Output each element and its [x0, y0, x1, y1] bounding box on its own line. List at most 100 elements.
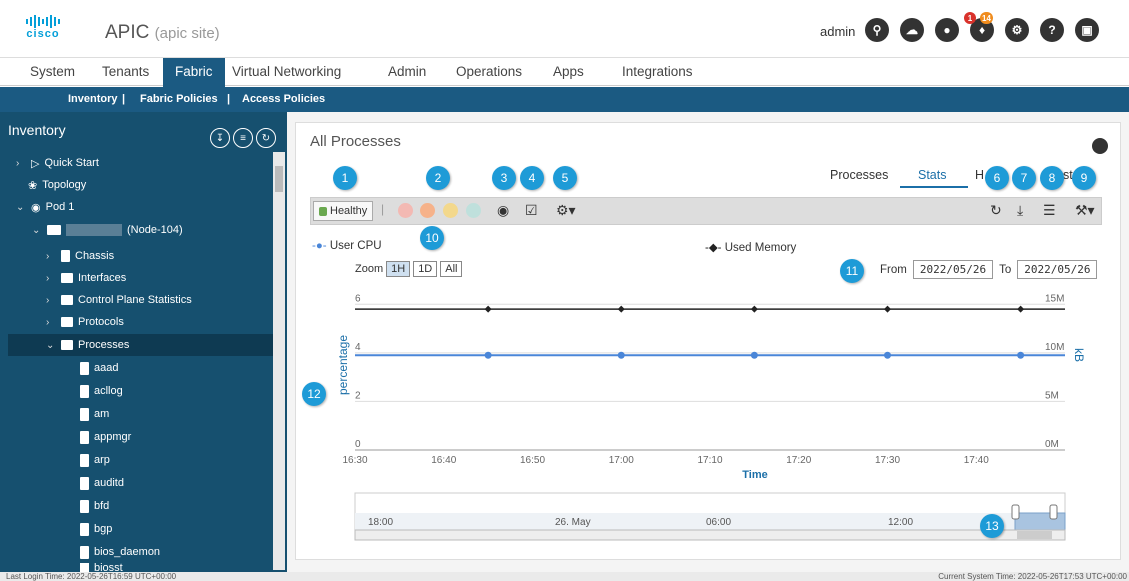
legend-used-memory[interactable]: -◆- Used Memory [705, 240, 796, 254]
tree-item-process[interactable]: bgp [80, 518, 112, 540]
y-tick-label: 0 [355, 439, 361, 450]
file-icon [80, 522, 89, 536]
tree-item-quick-start[interactable]: › ▷ Quick Start [16, 152, 99, 174]
redacted-node-name [66, 224, 122, 236]
zoom-1h-button[interactable]: 1H [386, 261, 411, 277]
gear-dropdown-icon[interactable]: ⚙▾ [556, 202, 576, 219]
tree-item-topology[interactable]: ❀ Topology [28, 174, 86, 196]
tab-processes[interactable]: Processes [830, 168, 888, 182]
refresh-icon[interactable]: ↻ [990, 202, 1002, 219]
alerts-bell-icon[interactable]: ♦ 1 14 [964, 12, 994, 42]
tree-item-chassis[interactable]: › Chassis [46, 245, 114, 267]
tree-label: appmgr [94, 431, 132, 443]
file-icon [80, 499, 89, 513]
filter-icon[interactable]: ≡ [233, 128, 253, 148]
menu-icon[interactable]: ☰ [1043, 202, 1056, 219]
x-tick-label: 16:40 [431, 455, 456, 466]
tree-item-process[interactable]: acllog [80, 380, 123, 402]
tree-item-control-plane-statistics[interactable]: › Control Plane Statistics [46, 289, 192, 311]
tree-item-node[interactable]: ⌄ (Node-104) [32, 219, 183, 241]
help-icon[interactable]: ? [1040, 18, 1064, 42]
footer: Last Login Time: 2022-05-26T16:59 UTC+00… [0, 572, 1129, 581]
callout-5: 5 [553, 166, 577, 190]
collapse-icon[interactable]: ↧ [210, 128, 230, 148]
tree-item-protocols[interactable]: › Protocols [46, 311, 124, 333]
tab-system[interactable]: System [30, 64, 75, 79]
tree-item-process[interactable]: auditd [80, 472, 124, 494]
x-tick-label: 17:40 [964, 455, 989, 466]
navigator-tick-label: 06:00 [706, 517, 731, 528]
cpu-point [1017, 351, 1025, 359]
checkbox-icon[interactable]: ☑ [525, 202, 538, 219]
cpu-point [484, 351, 492, 359]
navigator-handle-right [1049, 504, 1058, 520]
search-icon[interactable]: ⚲ [865, 18, 889, 42]
legend-user-cpu[interactable]: -●- User CPU [312, 240, 382, 252]
subnav-access-policies[interactable]: Access Policies [242, 93, 325, 105]
y-tick-label: 4 [355, 342, 361, 353]
bookmark-icon[interactable] [1092, 138, 1108, 154]
cisco-logo[interactable]: cisco [18, 14, 68, 46]
tree-item-process[interactable]: am [80, 403, 109, 425]
health-status-button[interactable]: Healthy [313, 201, 373, 221]
tab-stats[interactable]: Stats [918, 168, 947, 182]
tab-integrations[interactable]: Integrations [622, 64, 693, 79]
zoom-1d-button[interactable]: 1D [413, 261, 438, 277]
callout-4: 4 [520, 166, 544, 190]
memory-point [884, 305, 891, 313]
cloud-icon[interactable]: ☁ [900, 18, 924, 42]
memory-point [617, 305, 625, 313]
tab-health[interactable]: H [975, 168, 984, 182]
sub-nav: Inventory | Fabric Policies | Access Pol… [0, 87, 1129, 112]
feedback-icon[interactable]: ● [935, 18, 959, 42]
zoom-all-button[interactable]: All [440, 261, 463, 277]
tree-item-process[interactable]: bfd [80, 495, 109, 517]
download-icon[interactable]: ⤓ [1017, 202, 1023, 219]
sidebar-scrollbar[interactable] [273, 152, 285, 570]
tree-label: Interfaces [78, 272, 127, 284]
tab-apps[interactable]: Apps [553, 64, 584, 79]
tree-item-interfaces[interactable]: › Interfaces [46, 267, 126, 289]
y-tick-label: 6 [355, 293, 361, 304]
warning-fault-icon[interactable] [466, 203, 481, 218]
legend-label: User CPU [329, 240, 382, 252]
tools-dropdown-icon[interactable]: ⚒▾ [1075, 202, 1095, 219]
topology-icon: ❀ [28, 179, 38, 192]
file-icon [80, 453, 89, 467]
play-icon[interactable]: ◉ [497, 202, 509, 219]
major-fault-icon[interactable] [420, 203, 435, 218]
subnav-fabric-policies[interactable]: Fabric Policies [140, 93, 218, 105]
display-icon[interactable]: ▣ [1075, 18, 1099, 42]
from-date-input[interactable]: 2022/05/26 [912, 260, 994, 279]
file-icon [80, 384, 89, 398]
tree-item-process[interactable]: bios_daemon [80, 541, 160, 563]
refresh-icon[interactable]: ↻ [256, 128, 276, 148]
tab-tenants[interactable]: Tenants [102, 64, 149, 79]
tab-admin[interactable]: Admin [388, 64, 426, 79]
subnav-inventory[interactable]: Inventory [68, 93, 118, 105]
tab-virtual-networking[interactable]: Virtual Networking [232, 64, 341, 79]
navigator-tick-label: 26. May [555, 517, 591, 528]
tab-fabric[interactable]: Fabric [163, 58, 225, 87]
tree-item-pod-1[interactable]: ⌄ ◉ Pod 1 [16, 196, 74, 218]
alert-badge-orange: 14 [980, 12, 993, 24]
settings-gear-icon[interactable]: ⚙ [1005, 18, 1029, 42]
y-axis-label: percentage [336, 335, 350, 395]
x-tick-label: 17:30 [875, 455, 900, 466]
tree-item-process[interactable]: arp [80, 449, 110, 471]
tree-item-process[interactable]: appmgr [80, 426, 131, 448]
scrollbar-thumb[interactable] [275, 166, 283, 192]
tree-label: auditd [94, 477, 124, 489]
subnav-sep-1: | [122, 93, 126, 105]
critical-fault-icon[interactable] [398, 203, 413, 218]
tree-label: am [94, 408, 110, 420]
memory-point [750, 305, 758, 313]
user-name[interactable]: admin [820, 24, 855, 39]
to-date-input[interactable]: 2022/05/26 [1017, 260, 1098, 279]
tree-item-process[interactable]: aaad [80, 357, 118, 379]
x-axis-label: Time [742, 469, 767, 481]
tab-operations[interactable]: Operations [456, 64, 522, 79]
minor-fault-icon[interactable] [443, 203, 458, 218]
callout-10: 10 [420, 226, 444, 250]
tree-item-processes[interactable]: ⌄ Processes [46, 334, 129, 356]
